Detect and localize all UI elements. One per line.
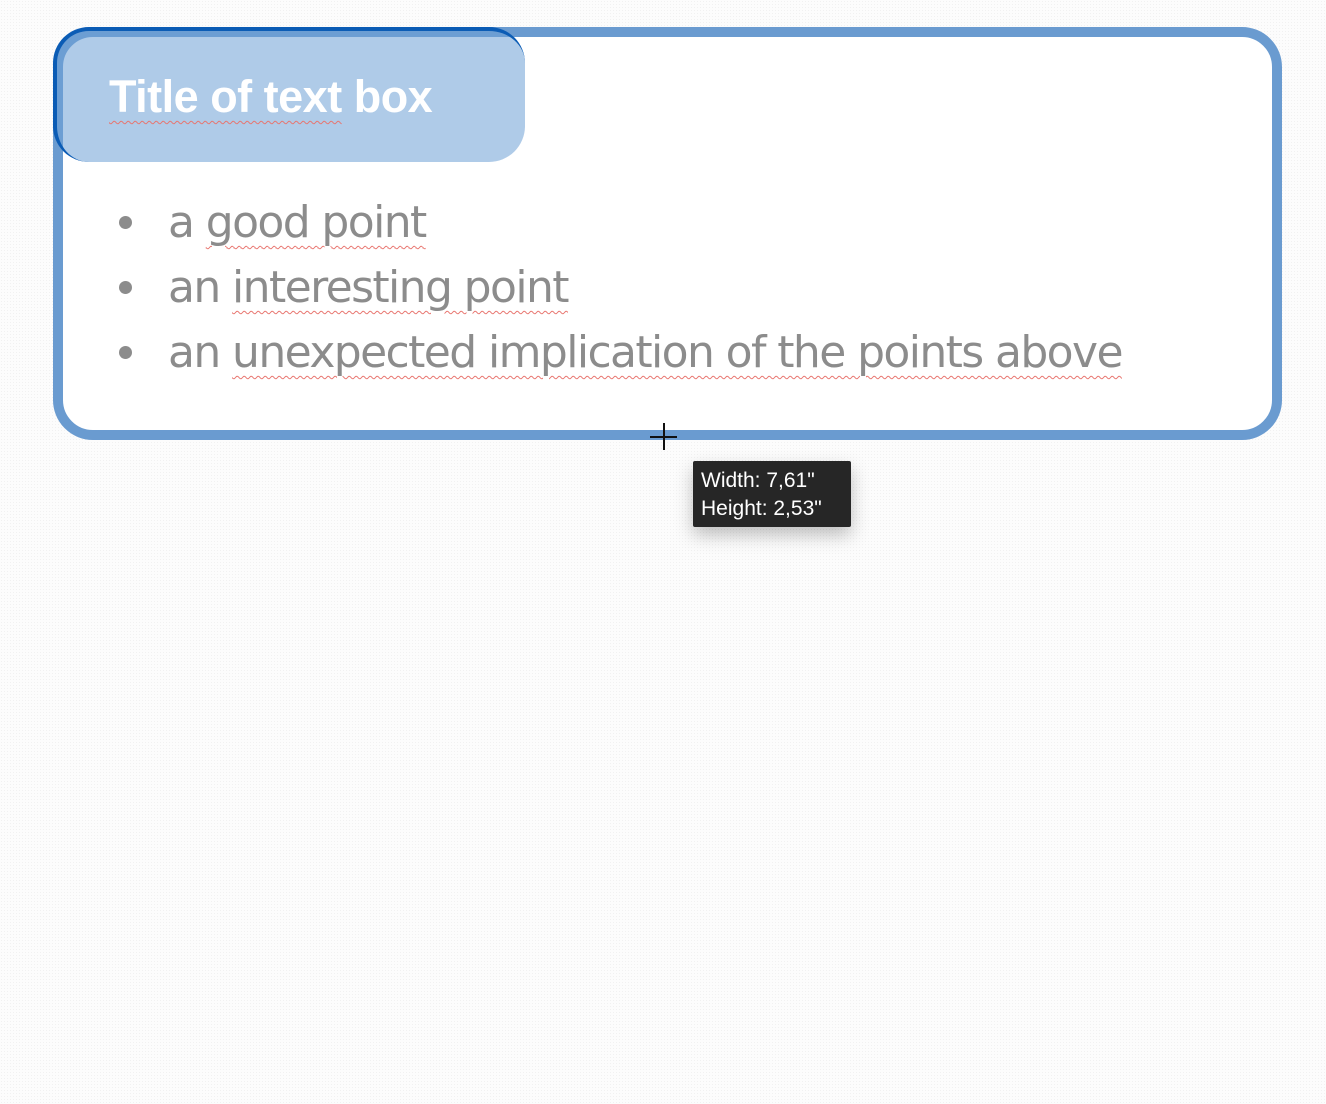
crosshair-icon: [650, 423, 677, 450]
tooltip-height: Height: 2,53": [701, 497, 822, 520]
bullet-dot-icon: [119, 281, 132, 294]
bullet-item[interactable]: a good point: [113, 190, 1122, 255]
bullet-text: a: [168, 197, 206, 248]
bullet-item[interactable]: an unexpected implication of the points …: [113, 320, 1124, 385]
bullet-list[interactable]: a good point an interesting point an unexp…: [113, 190, 1124, 385]
tooltip-width: Width: 7,61": [701, 469, 815, 492]
bullet-dot-icon: [119, 216, 132, 229]
bullet-text: an: [168, 327, 233, 378]
misspelled-text: good point: [205, 197, 428, 248]
bullet-text: an: [168, 262, 233, 313]
title-box[interactable]: Title of text box: [53, 27, 525, 162]
text-box-title[interactable]: Title of text box: [109, 71, 433, 123]
slide-canvas[interactable]: Title of text box a good point an interes…: [0, 0, 1326, 1104]
misspelled-text: interesting point: [232, 262, 569, 313]
resize-tooltip: Width: 7,61" Height: 2,53": [693, 461, 851, 527]
title-spellcheck-span: Title of text: [109, 71, 342, 122]
bullet-item[interactable]: an interesting point: [113, 255, 1122, 320]
misspelled-text: unexpected implication of the points abo…: [232, 327, 1123, 378]
bullet-dot-icon: [119, 346, 132, 359]
